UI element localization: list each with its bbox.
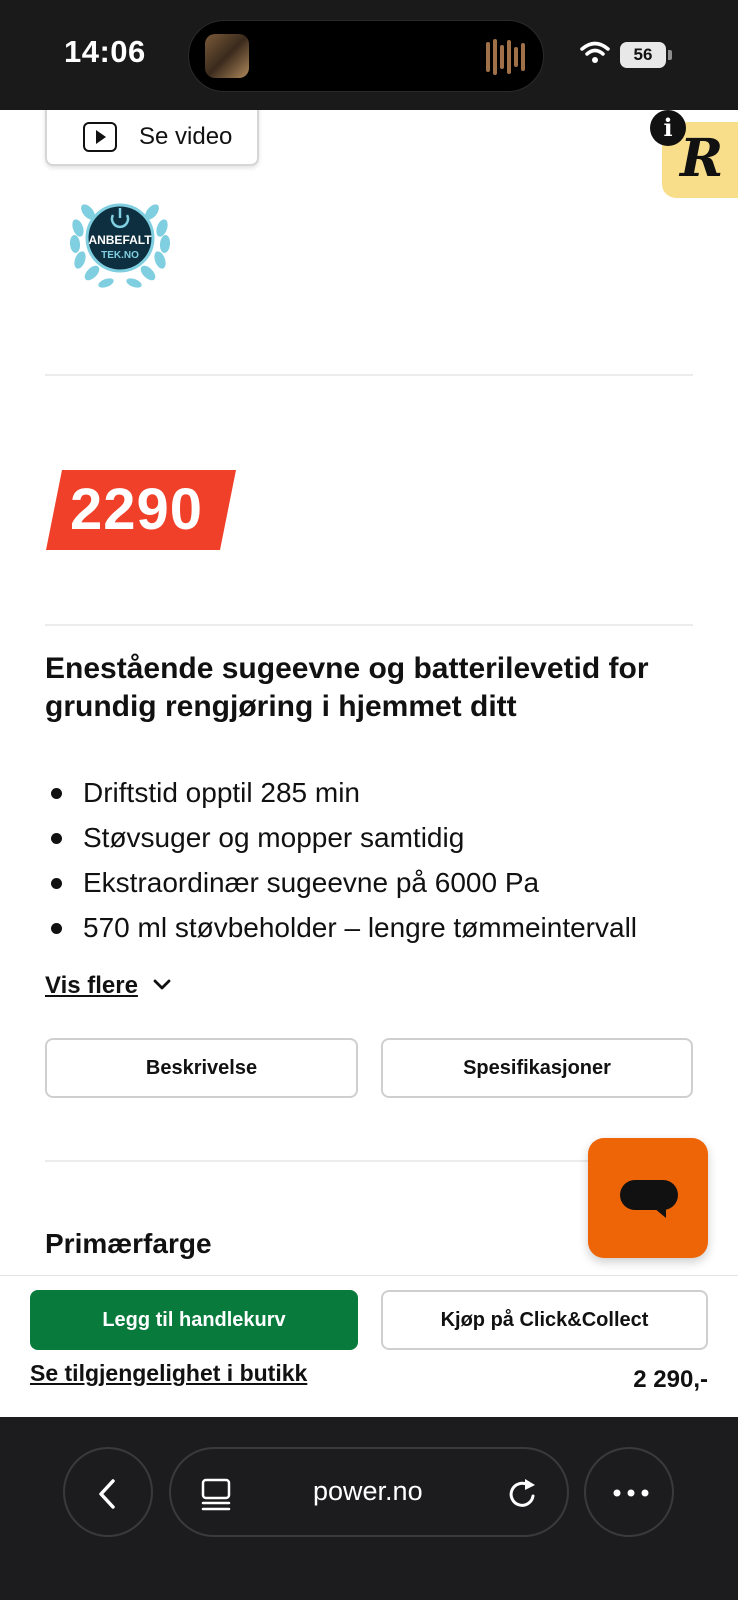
award-badge: ANBEFALT TEK.NO (69, 203, 171, 288)
list-item: 570 ml støvbeholder – lengre tømmeinterv… (45, 905, 705, 950)
wifi-icon (580, 41, 610, 63)
product-headline: Enestående sugeevne og batterilevetid fo… (45, 652, 649, 723)
play-icon (83, 122, 117, 152)
info-icon[interactable]: i (650, 110, 686, 146)
chat-icon-tail (654, 1208, 666, 1218)
status-bar: 14:06 56 (0, 0, 738, 110)
list-item: Driftstid opptil 285 min (45, 770, 705, 815)
more-button[interactable] (584, 1447, 674, 1537)
back-button[interactable] (63, 1447, 153, 1537)
browser-toolbar: power.no (0, 1417, 738, 1600)
battery-indicator: 56 (620, 42, 666, 68)
price-value: 2290 (70, 477, 204, 542)
bar-price: 2 290,- (633, 1366, 708, 1393)
dynamic-island[interactable] (188, 20, 544, 92)
add-to-cart-button[interactable]: Legg til handlekurv (30, 1290, 358, 1350)
store-availability-link[interactable]: Se tilgjengelighet i butikk (30, 1360, 307, 1387)
feature-list: Driftstid opptil 285 min Støvsuger og mo… (45, 770, 705, 950)
tabs-icon[interactable] (201, 1477, 231, 1511)
svg-text:ANBEFALT: ANBEFALT (88, 233, 152, 247)
now-playing-artwork (205, 34, 249, 78)
audio-waveform-icon (486, 39, 525, 75)
more-dots-icon (613, 1489, 649, 1497)
chat-icon (620, 1180, 678, 1210)
chat-button[interactable] (588, 1138, 708, 1258)
primary-color-heading: Primærfarge (45, 1228, 212, 1259)
tab-description[interactable]: Beskrivelse (45, 1038, 358, 1098)
svg-text:TEK.NO: TEK.NO (101, 250, 139, 261)
divider (45, 624, 693, 626)
show-more-link[interactable]: Vis flere (45, 972, 138, 1000)
click-collect-button[interactable]: Kjøp på Click&Collect (381, 1290, 708, 1350)
r-logo-icon: R (680, 128, 724, 189)
tab-specifications[interactable]: Spesifikasjoner (381, 1038, 693, 1098)
product-page: Se video R i ANBEFALT TEK.NO 2290 Enestå… (0, 110, 738, 1275)
watch-video-button[interactable]: Se video (45, 110, 259, 166)
status-time: 14:06 (64, 34, 146, 69)
battery-tip (668, 50, 672, 60)
purchase-bar: Legg til handlekurv Kjøp på Click&Collec… (0, 1275, 738, 1417)
back-chevron-icon (99, 1479, 115, 1509)
list-item: Ekstraordinær sugeevne på 6000 Pa (45, 860, 705, 905)
reload-icon[interactable] (507, 1477, 539, 1511)
address-bar[interactable]: power.no (169, 1447, 569, 1537)
video-button-label: Se video (139, 123, 233, 150)
divider (45, 374, 693, 376)
url-text: power.no (313, 1476, 423, 1506)
list-item: Støvsuger og mopper samtidig (45, 815, 705, 860)
chevron-down-icon[interactable] (153, 976, 171, 994)
